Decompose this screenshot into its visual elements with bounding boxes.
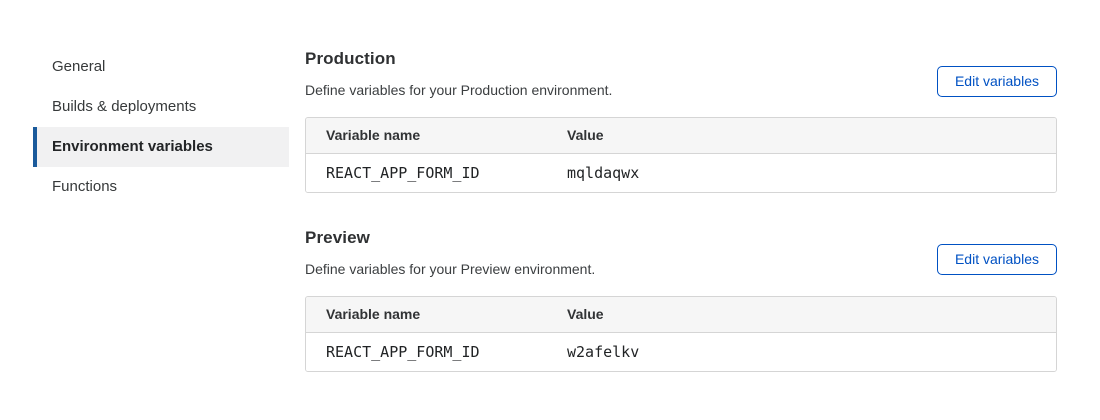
variable-name-cell: REACT_APP_FORM_ID <box>306 333 547 371</box>
variable-value-cell: w2afelkv <box>547 333 1056 371</box>
column-header-variable-name: Variable name <box>306 118 547 154</box>
preview-section: Preview Define variables for your Previe… <box>305 227 1057 372</box>
sidebar-item-functions[interactable]: Functions <box>33 167 289 207</box>
preview-edit-variables-button[interactable]: Edit variables <box>937 244 1057 275</box>
production-variables-table: Variable name Value REACT_APP_FORM_ID mq… <box>305 117 1057 193</box>
production-edit-variables-button[interactable]: Edit variables <box>937 66 1057 97</box>
preview-variables-table: Variable name Value REACT_APP_FORM_ID w2… <box>305 296 1057 372</box>
table-header-row: Variable name Value <box>306 118 1056 154</box>
variable-value-cell: mqldaqwx <box>547 154 1056 192</box>
production-section: Production Define variables for your Pro… <box>305 0 1057 193</box>
variable-name-cell: REACT_APP_FORM_ID <box>306 154 547 192</box>
table-row: REACT_APP_FORM_ID w2afelkv <box>306 333 1056 371</box>
settings-sidebar: General Builds & deployments Environment… <box>33 47 289 207</box>
sidebar-item-general[interactable]: General <box>33 47 289 87</box>
sidebar-item-builds-deployments[interactable]: Builds & deployments <box>33 87 289 127</box>
environment-variables-panel: Production Define variables for your Pro… <box>305 0 1057 372</box>
sidebar-item-environment-variables[interactable]: Environment variables <box>33 127 289 167</box>
table-header-row: Variable name Value <box>306 297 1056 333</box>
column-header-value: Value <box>547 297 1056 333</box>
column-header-variable-name: Variable name <box>306 297 547 333</box>
column-header-value: Value <box>547 118 1056 154</box>
table-row: REACT_APP_FORM_ID mqldaqwx <box>306 154 1056 192</box>
